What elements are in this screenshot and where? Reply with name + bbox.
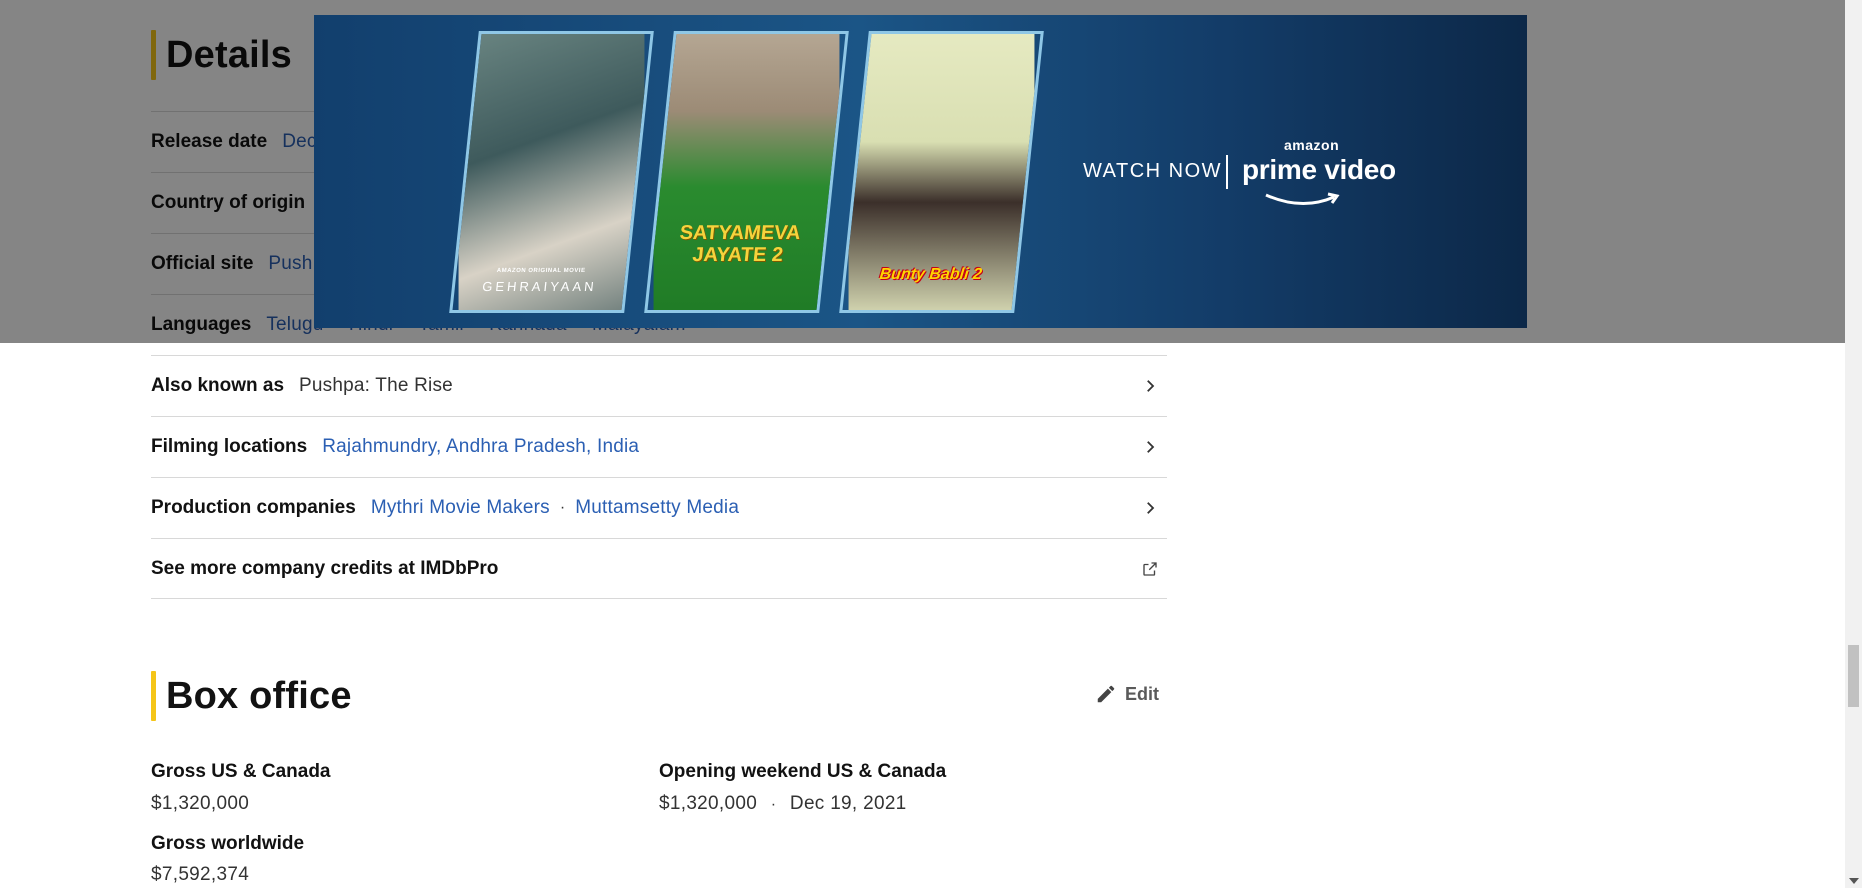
external-link-icon[interactable] [1141,560,1159,578]
section-accent-bar [151,671,156,721]
poster-tag: AMAZON ORIGINAL MOVIE [496,268,586,274]
opening-weekend-label: Opening weekend US & Canada [659,761,947,782]
ad-poster-gehraiyaan[interactable]: AMAZON ORIGINAL MOVIE GEHRAIYAAN [449,31,654,313]
row-also-known-as[interactable]: Also known as Pushpa: The Rise [151,355,1167,416]
pencil-icon [1097,685,1115,703]
ad-divider [1226,155,1228,189]
poster-title: SATYAMEVA JAYATE 2 [678,222,802,266]
chevron-right-icon[interactable] [1141,377,1159,395]
row-filming-locations[interactable]: Filming locations Rajahmundry, Andhra Pr… [151,416,1167,477]
scrollbar-thumb[interactable] [1848,645,1859,707]
ad-poster-satyameva-jayate[interactable]: SATYAMEVA JAYATE 2 [644,31,849,313]
gross-us-value: $1,320,000 [151,793,250,814]
edit-button[interactable]: Edit [1095,683,1159,705]
edit-label: Edit [1125,683,1159,704]
row-production-companies[interactable]: Production companies Mythri Movie Makers… [151,477,1167,538]
poster-title: Bunty Babli 2 [878,266,983,283]
prime-video-ad-banner[interactable]: AMAZON ORIGINAL MOVIE GEHRAIYAAN SATYAME… [314,15,1527,328]
also-known-as-value: Pushpa: The Rise [299,375,453,396]
ad-poster-bunty-babli[interactable]: Bunty Babli 2 [839,31,1044,313]
separator-dot: · [559,499,566,516]
box-office-heading: Box office [151,671,352,721]
also-known-as-label: Also known as [151,375,285,396]
opening-weekend-value: $1,320,000 · Dec 19, 2021 [659,793,907,815]
opening-weekend-amount: $1,320,000 [659,793,758,814]
chevron-right-icon[interactable] [1141,438,1159,456]
watch-now-text[interactable]: WATCH NOW [1083,160,1222,183]
row-imdbpro-credits[interactable]: See more company credits at IMDbPro [151,538,1167,599]
production-company-link[interactable]: Muttamsetty Media [575,497,739,519]
poster-title: GEHRAIYAAN [481,279,598,294]
amazon-wordmark: amazon [1284,137,1340,153]
box-office-title: Box office [166,674,352,717]
filming-location-link[interactable]: Rajahmundry, Andhra Pradesh, India [322,436,639,458]
gross-worldwide-value: $7,592,374 [151,864,250,885]
prime-video-logo: prime video [1242,154,1396,185]
filming-locations-label: Filming locations [151,436,308,457]
separator-dot: · [770,796,777,813]
scrollbar[interactable] [1845,0,1862,888]
gross-us-label: Gross US & Canada [151,761,331,782]
chevron-right-icon[interactable] [1141,499,1159,517]
opening-weekend-date: Dec 19, 2021 [789,793,907,814]
production-companies-label: Production companies [151,497,356,518]
gross-worldwide-label: Gross worldwide [151,833,305,854]
imdbpro-credits-link[interactable]: See more company credits at IMDbPro [151,558,498,580]
production-company-link[interactable]: Mythri Movie Makers [371,497,550,519]
amazon-smile-icon [1265,192,1340,206]
scroll-down-arrow-icon[interactable] [1849,878,1859,884]
